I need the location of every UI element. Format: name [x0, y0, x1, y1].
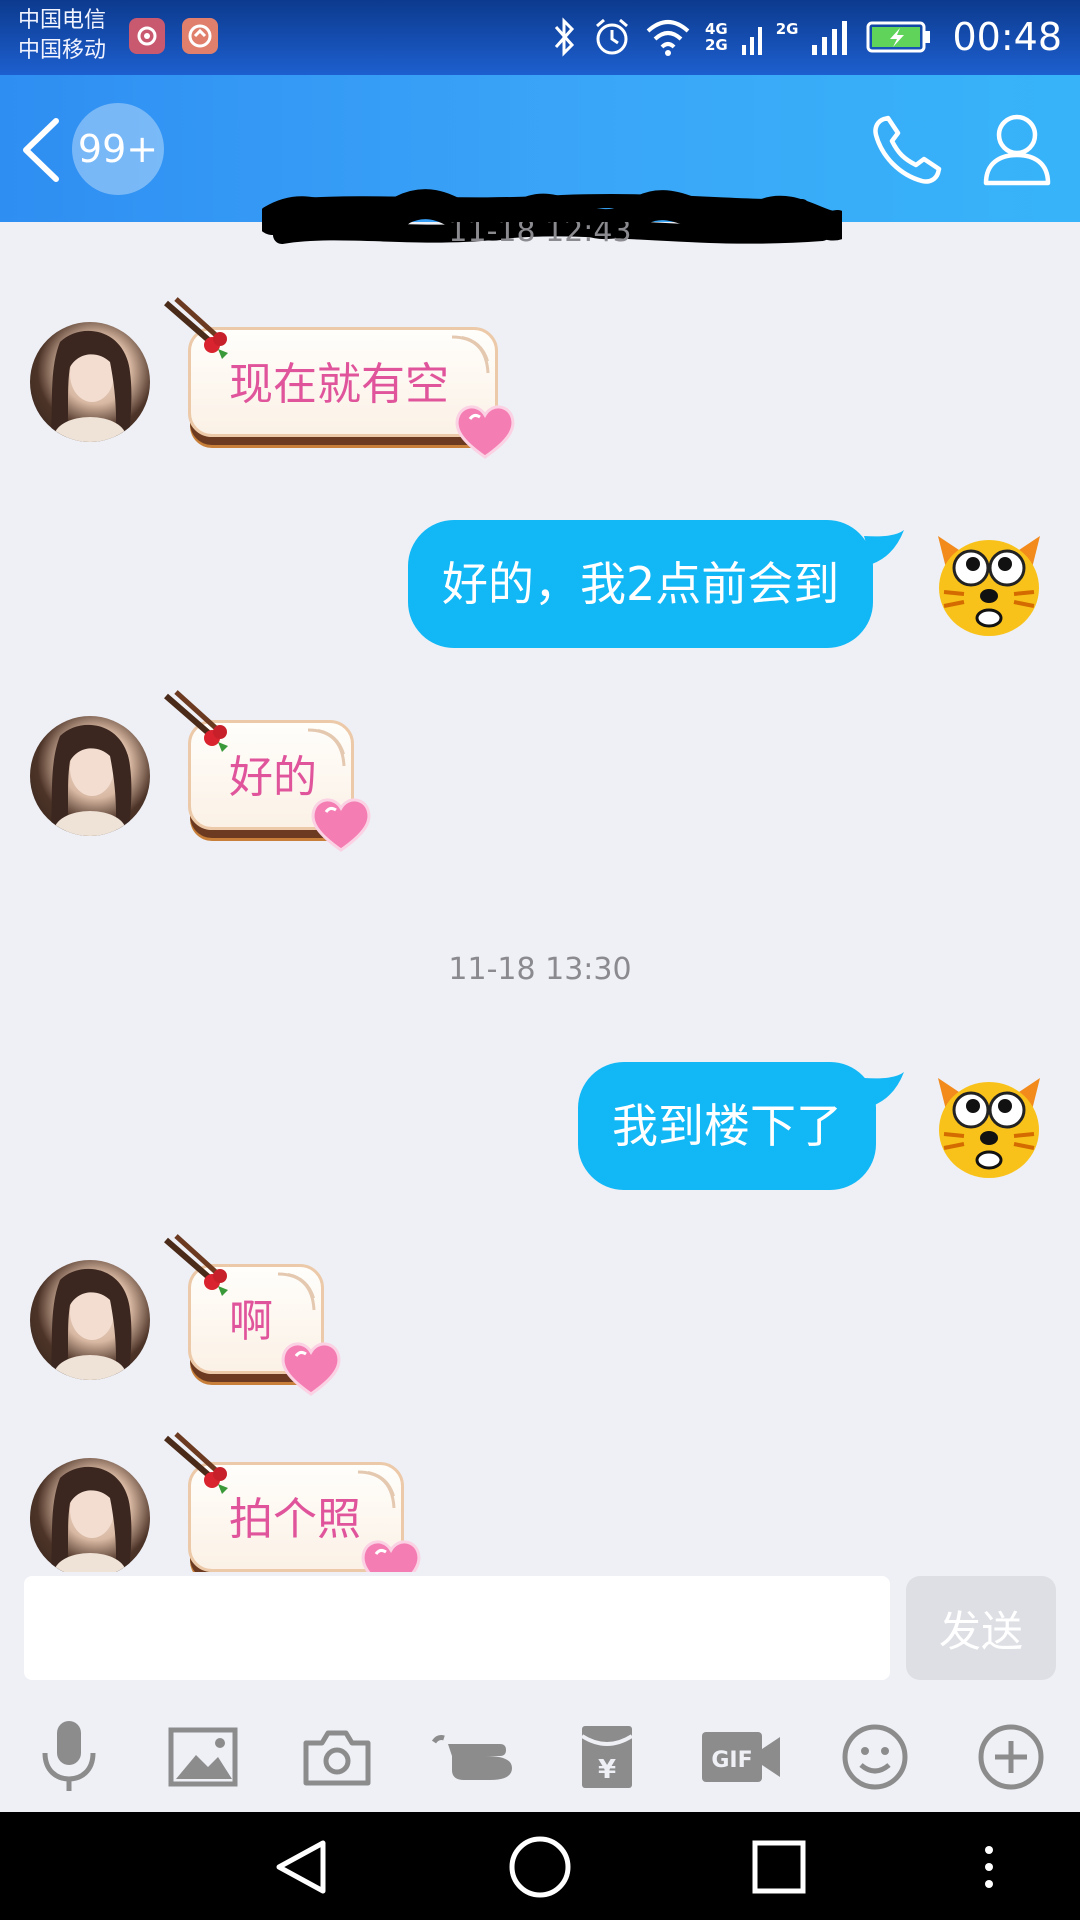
recents-square-icon [752, 1840, 806, 1894]
nav-menu-button[interactable] [954, 1832, 1024, 1902]
chocolate-sticks-decoration [164, 297, 228, 359]
heart-decoration [311, 798, 371, 852]
message-text: 好的，我2点前会到 [442, 557, 840, 611]
message-text: 拍个照 [229, 1494, 361, 1545]
network-type-tag-2: 2G [776, 21, 799, 53]
heart-decoration [281, 1342, 341, 1396]
message-list[interactable]: 11-18 12:43 现在就有空 好的，我2点前会到 好的 11-18 13:… [0, 222, 1080, 1572]
red-packet-button[interactable]: ¥ [562, 1712, 652, 1802]
network-type-tag: 4G 2G [705, 21, 728, 53]
unread-badge[interactable]: 99+ [72, 103, 164, 195]
chat-header: 99+ [0, 75, 1080, 244]
send-button[interactable]: 发送 [906, 1576, 1056, 1680]
image-icon [168, 1727, 238, 1787]
nav-recents-button[interactable] [744, 1832, 814, 1902]
contact-avatar[interactable] [30, 322, 150, 442]
message-text: 啊 [229, 1296, 273, 1347]
message-text: 现在就有空 [229, 359, 449, 410]
red-packet-icon: ¥ [580, 1726, 634, 1788]
my-avatar-cat[interactable] [928, 522, 1050, 644]
bubble-tail [864, 1072, 904, 1106]
bubble-corner-decoration [307, 728, 346, 767]
heart-decoration [361, 1540, 421, 1572]
more-dots-icon [985, 1846, 993, 1888]
contact-avatar[interactable] [30, 1458, 150, 1572]
nav-back-button[interactable] [266, 1832, 336, 1902]
gif-label: GIF [711, 1748, 752, 1773]
received-message-bubble[interactable]: 现在就有空 [164, 297, 515, 459]
svg-text:¥: ¥ [598, 1755, 616, 1785]
poke-button[interactable] [428, 1712, 518, 1802]
alarm-icon [596, 18, 628, 55]
image-button[interactable] [158, 1712, 248, 1802]
back-triangle-icon [276, 1840, 326, 1894]
app-notification-icon [182, 18, 218, 54]
gif-button[interactable]: GIF [696, 1712, 786, 1802]
timestamp: 11-18 12:43 [448, 222, 632, 249]
phone-icon[interactable] [870, 113, 944, 187]
profile-icon[interactable] [980, 111, 1054, 187]
bubble-corner-decoration [357, 1470, 396, 1509]
my-avatar-cat[interactable] [928, 1064, 1050, 1186]
carrier-1: 中国电信 [18, 8, 107, 33]
system-navigation-bar [0, 1812, 1080, 1920]
gif-icon: GIF [702, 1732, 780, 1782]
received-message-bubble[interactable]: 拍个照 [164, 1432, 421, 1572]
chocolate-sticks-decoration [164, 1432, 228, 1494]
signal-icon-2 [812, 21, 848, 55]
bubble-tail [864, 530, 904, 564]
bubble-corner-decoration [451, 335, 490, 374]
received-message-bubble[interactable]: 啊 [164, 1234, 341, 1396]
carrier-info: 中国电信 中国移动 [18, 6, 106, 66]
network-type-3: 2G [775, 20, 799, 38]
contact-avatar[interactable] [30, 716, 150, 836]
contact-avatar[interactable] [30, 1260, 150, 1380]
status-icons: 4G 2G 2G 00:48 [549, 12, 1062, 62]
more-button[interactable] [966, 1712, 1056, 1802]
timestamp: 11-18 13:30 [448, 952, 632, 987]
battery-charging-icon [866, 21, 931, 53]
emoji-icon [842, 1724, 908, 1790]
sent-message-bubble[interactable]: 我到楼下了 [578, 1062, 876, 1190]
bubble-corner-decoration [277, 1272, 316, 1311]
voice-button[interactable] [24, 1712, 114, 1802]
microphone-icon [42, 1721, 96, 1791]
network-type-2: 2G [704, 36, 728, 54]
input-toolbar: ¥ GIF [0, 1702, 1080, 1812]
poke-icon [431, 1735, 512, 1780]
chat-screen: 中国电信 中国移动 4G 2G 2G 00:48 99+ 11-18 12:43… [0, 0, 1080, 1920]
emoji-button[interactable] [830, 1712, 920, 1802]
camera-icon [303, 1730, 371, 1786]
clock: 00:48 [952, 15, 1062, 59]
plus-icon [978, 1724, 1044, 1790]
status-bar: 中国电信 中国移动 4G 2G 2G 00:48 [0, 0, 1080, 75]
chocolate-sticks-decoration [164, 1234, 228, 1296]
nav-home-button[interactable] [505, 1832, 575, 1902]
heart-decoration [455, 405, 515, 459]
bluetooth-icon [554, 17, 575, 57]
huawei-app-icon [129, 18, 165, 54]
camera-button[interactable] [292, 1712, 382, 1802]
sent-message-bubble[interactable]: 好的，我2点前会到 [408, 520, 874, 648]
wifi-icon [646, 20, 690, 56]
composer: 发送 ¥ GIF [0, 1572, 1080, 1812]
network-type-1: 4G [704, 20, 728, 38]
chocolate-sticks-decoration [164, 690, 228, 752]
message-input[interactable] [24, 1576, 890, 1680]
home-circle-icon [509, 1836, 571, 1898]
message-text: 我到楼下了 [612, 1099, 842, 1153]
back-icon[interactable] [18, 115, 64, 185]
carrier-2: 中国移动 [18, 38, 107, 63]
received-message-bubble[interactable]: 好的 [164, 690, 371, 852]
signal-icon [741, 27, 762, 55]
